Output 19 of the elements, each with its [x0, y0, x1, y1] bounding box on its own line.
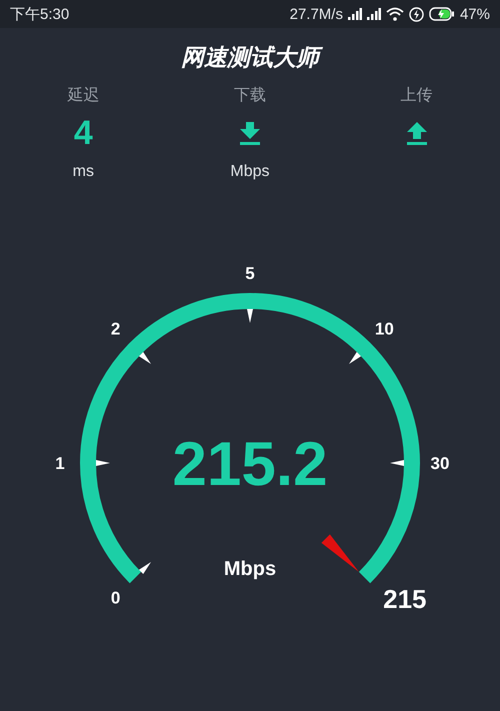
- stat-label: 上传: [400, 86, 433, 106]
- scale-label: 2: [110, 320, 120, 339]
- clock: 下午5:30: [10, 4, 70, 24]
- scale-label: 0: [110, 588, 120, 608]
- scale-label: 10: [374, 320, 394, 339]
- speed-value: 215.2: [172, 430, 328, 499]
- app-title: 网速测试大师: [0, 42, 500, 73]
- speed-reading: 215: [383, 584, 427, 614]
- battery-percent: 47%: [460, 6, 490, 22]
- scale-label: 30: [430, 454, 450, 473]
- speed-unit: Mbps: [224, 558, 276, 580]
- stat-unit: Mbps: [230, 163, 270, 181]
- stat-value: 4: [74, 113, 93, 154]
- scale-label: 1: [55, 454, 65, 473]
- stat-unit: ms: [72, 163, 94, 181]
- network-speed: 27.7M/s: [290, 6, 343, 22]
- stat-label: 延迟: [67, 86, 100, 106]
- stat-label: 下载: [234, 86, 266, 106]
- scale-label: 5: [245, 264, 255, 283]
